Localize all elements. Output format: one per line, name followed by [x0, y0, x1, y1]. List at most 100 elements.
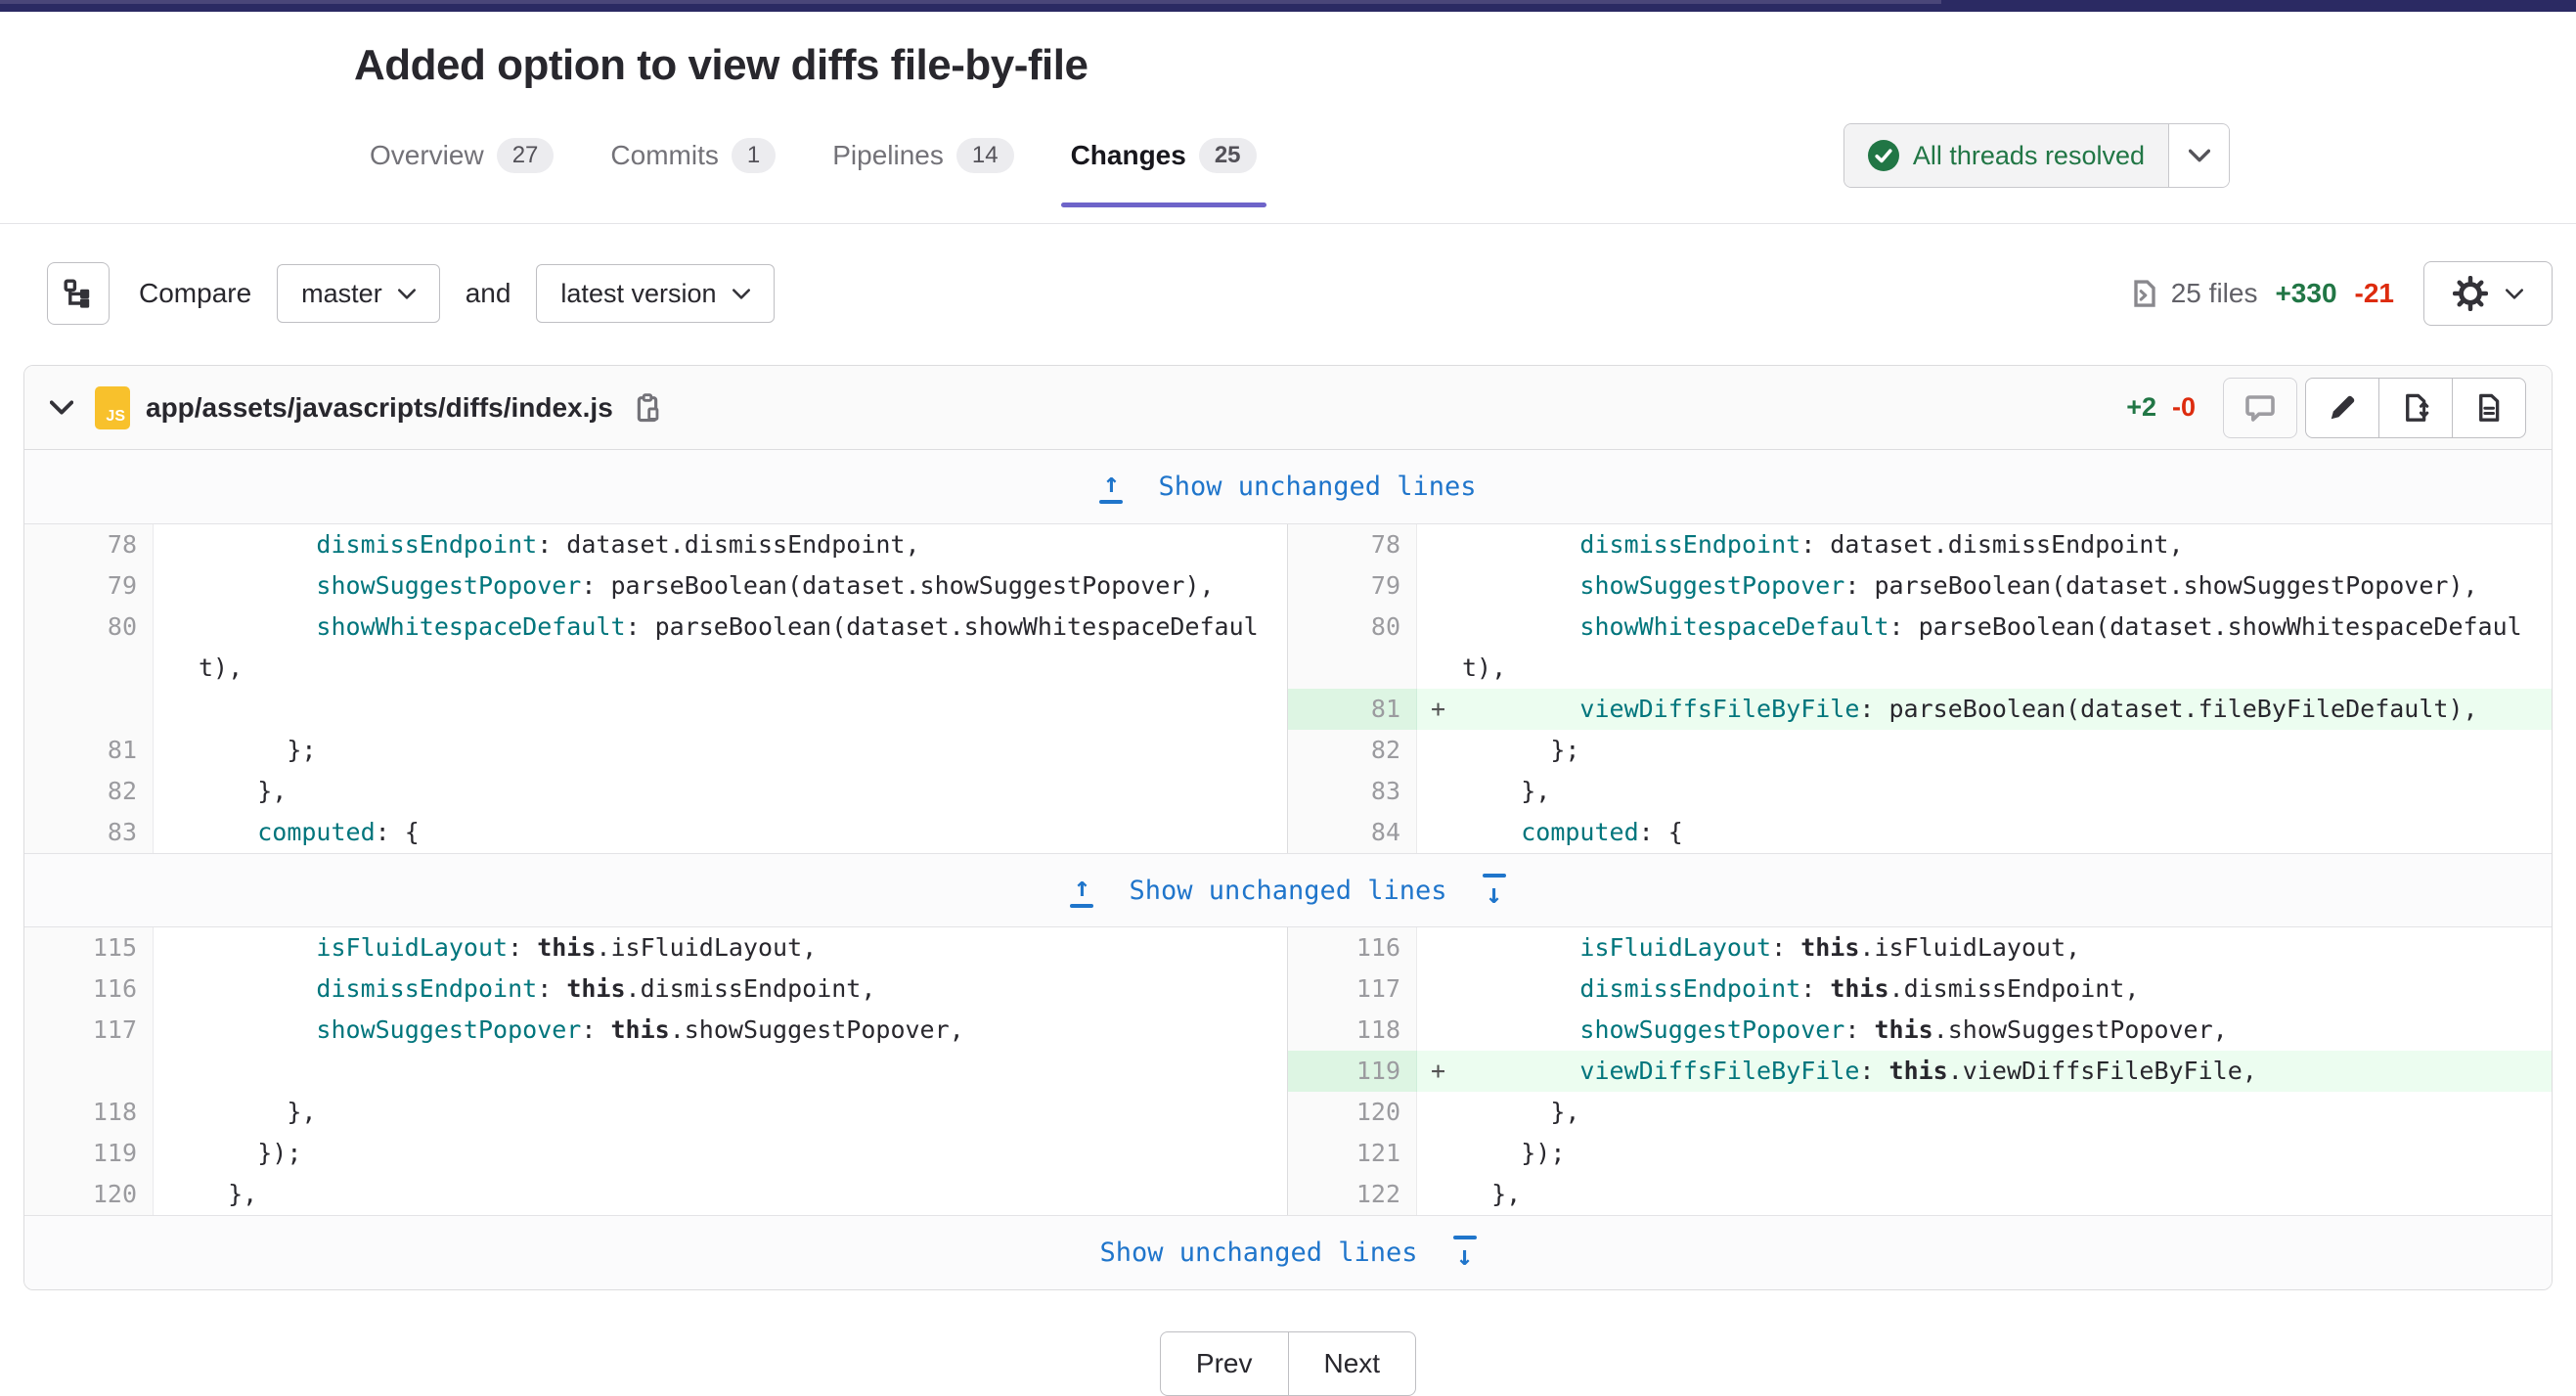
expander-label: Show unchanged lines	[1158, 472, 1476, 502]
tab-count-badge: 14	[956, 138, 1014, 173]
diff-row: 118 showSuggestPopover: this.showSuggest…	[1288, 1010, 2552, 1051]
line-number[interactable]: 115	[24, 927, 154, 968]
file-deletions: -0	[2172, 392, 2196, 423]
line-marker	[1417, 1133, 1462, 1174]
diff-row: 121 });	[1288, 1133, 2552, 1174]
show-full-file-button[interactable]	[2378, 378, 2453, 438]
file-browser-toggle-button[interactable]	[47, 262, 110, 325]
diff-settings-button[interactable]	[2423, 261, 2553, 326]
expand-lines-both-row[interactable]: ↑ Show unchanged lines ↓	[24, 853, 2552, 927]
diff-row-added: 119+ viewDiffsFileByFile: this.viewDiffs…	[1288, 1051, 2552, 1092]
line-number[interactable]: 81	[24, 730, 154, 771]
line-number[interactable]: 122	[1288, 1174, 1417, 1215]
doc-code-icon	[2130, 278, 2159, 309]
line-number[interactable]: 118	[1288, 1010, 1417, 1051]
gear-icon	[2453, 276, 2488, 311]
line-number[interactable]: 119	[24, 1133, 154, 1174]
file-path[interactable]: app/assets/javascripts/diffs/index.js	[146, 392, 613, 424]
tab-pipelines[interactable]: Pipelines 14	[832, 138, 1013, 173]
resolved-dropdown-toggle[interactable]	[2168, 124, 2229, 187]
deletions-count: -21	[2355, 278, 2394, 309]
file-tree-icon	[63, 278, 94, 309]
line-number[interactable]: 116	[1288, 927, 1417, 968]
line-number[interactable]: 79	[24, 565, 154, 607]
line-marker	[154, 1133, 199, 1174]
line-marker	[154, 730, 199, 771]
chevron-down-icon	[2189, 149, 2210, 162]
copy-path-icon[interactable]	[633, 392, 662, 424]
source-branch-dropdown[interactable]: master	[277, 264, 440, 323]
diff-row: 80 showWhitespaceDefault: parseBoolean(d…	[1288, 607, 2552, 689]
expand-lines-up-row[interactable]: ↑ Show unchanged lines	[24, 450, 2552, 524]
line-number[interactable]: 116	[24, 968, 154, 1010]
tab-count-badge: 27	[497, 138, 555, 173]
line-number[interactable]: 82	[1288, 730, 1417, 771]
all-threads-resolved-button[interactable]: All threads resolved	[1843, 123, 2230, 188]
line-number[interactable]: 119	[1288, 1051, 1417, 1092]
js-file-icon: JS	[95, 386, 130, 429]
diffs-toolbar: Compare master and latest version 25 fil…	[47, 261, 2553, 326]
line-number[interactable]: 78	[24, 524, 154, 565]
edit-file-button[interactable]	[2305, 378, 2379, 438]
code-line: showSuggestPopover: this.showSuggestPopo…	[199, 1010, 1287, 1051]
line-marker	[154, 1174, 199, 1215]
line-number[interactable]: 82	[24, 771, 154, 812]
line-marker	[1417, 565, 1462, 607]
line-number[interactable]: 81	[1288, 689, 1417, 730]
collapse-file-chevron-icon[interactable]	[50, 400, 73, 415]
expand-lines-down-row[interactable]: Show unchanged lines ↓	[24, 1215, 2552, 1289]
diff-pane-new: 116 isFluidLayout: this.isFluidLayout,11…	[1288, 927, 2552, 1215]
line-number[interactable]: 117	[24, 1010, 154, 1051]
line-number[interactable]: 79	[1288, 565, 1417, 607]
line-number[interactable]: 120	[1288, 1092, 1417, 1133]
line-number[interactable]: 117	[1288, 968, 1417, 1010]
expand-down-icon: ↓	[1453, 1236, 1477, 1270]
expand-up-icon: ↑	[1099, 470, 1123, 504]
line-number[interactable]: 120	[24, 1174, 154, 1215]
tab-count-badge: 25	[1199, 138, 1257, 173]
target-version-dropdown[interactable]: latest version	[536, 264, 774, 323]
toggle-comments-button[interactable]	[2223, 378, 2297, 438]
diff-row: 122 },	[1288, 1174, 2552, 1215]
diff-row: 78 dismissEndpoint: dataset.dismissEndpo…	[24, 524, 1287, 565]
line-number[interactable]: 80	[1288, 607, 1417, 689]
line-number[interactable]: 78	[1288, 524, 1417, 565]
tab-count-badge: 1	[732, 138, 776, 173]
expand-down-icon: ↓	[1483, 874, 1506, 908]
line-marker	[1417, 968, 1462, 1010]
additions-count: +330	[2275, 278, 2336, 309]
prev-file-button[interactable]: Prev	[1160, 1331, 1289, 1396]
comment-icon	[2244, 392, 2276, 424]
tab-label: Commits	[610, 140, 718, 171]
next-file-button[interactable]: Next	[1288, 1331, 1417, 1396]
line-number[interactable]: 84	[1288, 812, 1417, 853]
code-line: };	[1462, 730, 2552, 771]
code-line: showSuggestPopover: this.showSuggestPopo…	[1462, 1010, 2552, 1051]
resolved-label: All threads resolved	[1913, 141, 2145, 171]
view-file-button[interactable]	[2452, 378, 2526, 438]
diff-row: 118 },	[24, 1092, 1287, 1133]
resolved-button-main[interactable]: All threads resolved	[1844, 124, 2168, 187]
tab-commits[interactable]: Commits 1	[610, 138, 776, 173]
line-number[interactable]: 83	[24, 812, 154, 853]
expander-label: Show unchanged lines	[1129, 876, 1446, 906]
line-marker	[1417, 1092, 1462, 1133]
line-number[interactable]: 80	[24, 607, 154, 689]
line-marker	[154, 771, 199, 812]
files-count-label: 25 files	[2171, 278, 2258, 309]
line-number[interactable]: 83	[1288, 771, 1417, 812]
line-number[interactable]: 118	[24, 1092, 154, 1133]
diff-row: 79 showSuggestPopover: parseBoolean(data…	[24, 565, 1287, 607]
code-line: computed: {	[1462, 812, 2552, 853]
line-number[interactable]: 121	[1288, 1133, 1417, 1174]
file-pager: Prev Next	[0, 1331, 2576, 1396]
tab-changes[interactable]: Changes 25	[1071, 138, 1257, 173]
line-marker	[1417, 927, 1462, 968]
diff-row: 81 };	[24, 730, 1287, 771]
diff-row: 83 },	[1288, 771, 2552, 812]
line-marker	[154, 689, 199, 730]
diff-row-empty	[24, 689, 1287, 730]
diff-row-empty	[24, 1051, 1287, 1092]
code-line: viewDiffsFileByFile: this.viewDiffsFileB…	[1462, 1051, 2552, 1092]
tab-overview[interactable]: Overview 27	[370, 138, 554, 173]
